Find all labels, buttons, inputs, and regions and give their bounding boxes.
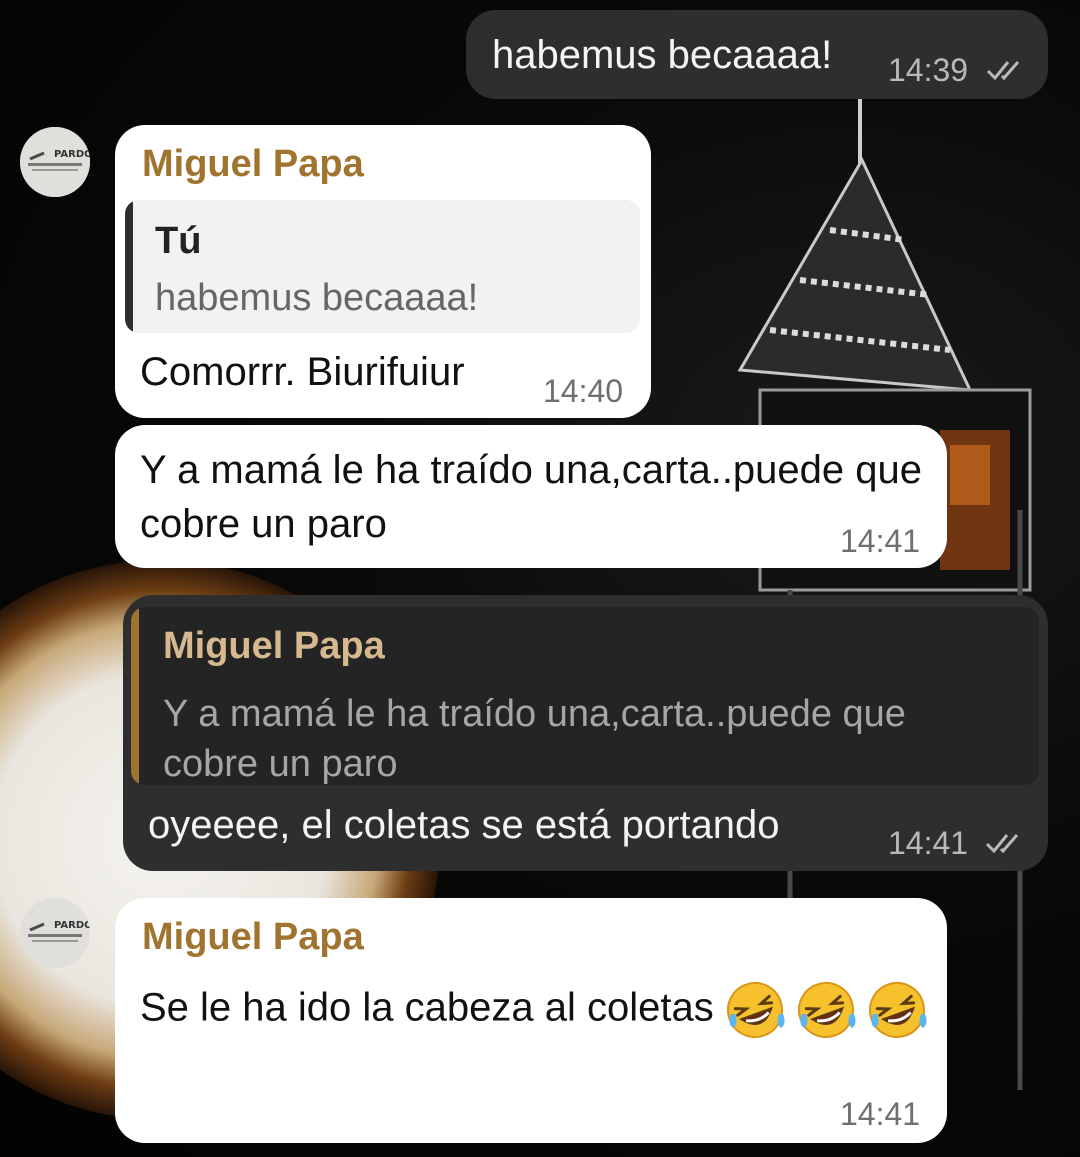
message-outgoing[interactable]: Miguel Papa Y a mamá le ha traído una,ca… <box>123 595 1048 871</box>
sender-name[interactable]: Miguel Papa <box>142 916 364 959</box>
message-incoming[interactable]: Miguel Papa Se le ha ido la cabeza al co… <box>115 898 947 1143</box>
svg-text:PARDO: PARDO <box>54 920 90 931</box>
sender-name[interactable]: Miguel Papa <box>142 143 364 186</box>
quote-bar <box>131 607 139 785</box>
message-incoming[interactable]: Y a mamá le ha traído una,carta..puede q… <box>115 425 947 568</box>
double-check-icon <box>985 834 1019 854</box>
message-time: 14:39 <box>888 52 969 88</box>
reply-quote[interactable]: Tú habemus becaaaa! <box>125 200 640 333</box>
quote-sender: Tú <box>155 220 202 262</box>
quote-bar <box>125 200 133 333</box>
reply-quote[interactable]: Miguel Papa Y a mamá le ha traído una,ca… <box>131 607 1039 785</box>
message-text: habemus becaaaa! <box>492 33 833 77</box>
avatar[interactable]: PARDO <box>20 898 90 968</box>
message-outgoing[interactable]: habemus becaaaa! 14:39 <box>466 10 1048 99</box>
message-text-content: Se le ha ido la cabeza al coletas <box>140 985 714 1030</box>
message-time: 14:41 <box>888 825 969 861</box>
svg-text:PARDO: PARDO <box>54 149 90 160</box>
quote-text: habemus becaaaa! <box>155 277 479 319</box>
message-text: oyeeee, el coletas se está portando <box>148 803 780 847</box>
message-incoming[interactable]: Miguel Papa Tú habemus becaaaa! Comorrr.… <box>115 125 651 418</box>
message-time: 14:41 <box>840 523 921 559</box>
message-text: Se le ha ido la cabeza al coletas <box>140 980 930 1040</box>
double-check-icon <box>986 61 1020 81</box>
message-text: Comorrr. Biurifuiur <box>140 350 465 394</box>
message-text: Y a mamá le ha traído una,carta..puede q… <box>140 448 923 546</box>
quote-sender: Miguel Papa <box>163 625 385 667</box>
rolling-on-floor-laughing-icon <box>797 982 856 1038</box>
message-time: 14:40 <box>543 373 624 409</box>
avatar[interactable]: PARDO <box>20 127 90 197</box>
quote-text: Y a mamá le ha traído una,carta..puede q… <box>163 693 906 785</box>
message-time: 14:41 <box>840 1096 921 1132</box>
rolling-on-floor-laughing-icon <box>869 982 927 1038</box>
rolling-on-floor-laughing-icon <box>726 982 785 1038</box>
emoji-group <box>725 982 927 1038</box>
